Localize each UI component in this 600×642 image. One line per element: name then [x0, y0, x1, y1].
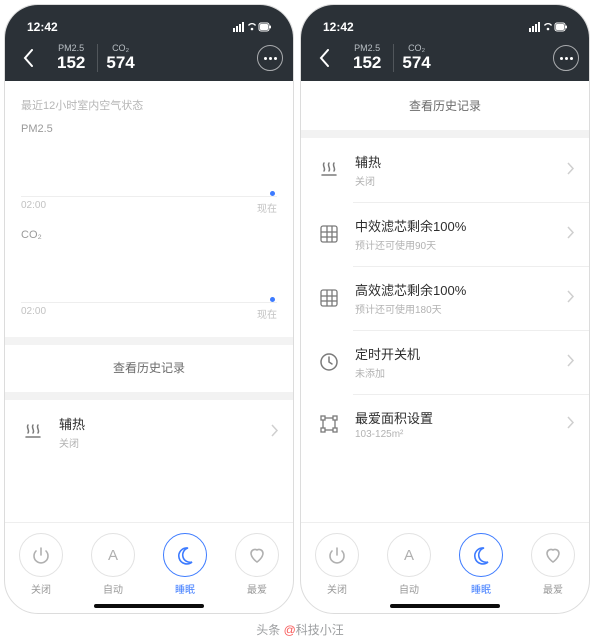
svg-text:A: A: [404, 547, 414, 564]
mesh-icon: [315, 220, 343, 248]
chart-pm25: PM2.5 02:00 现在: [5, 119, 293, 215]
recent-title: 最近12小时室内空气状态: [5, 81, 293, 119]
settings-row[interactable]: 辅热关闭: [301, 138, 589, 202]
mode-自动[interactable]: A自动: [387, 533, 431, 596]
settings-row[interactable]: 高效滤芯剩余100%预计还可使用180天: [301, 266, 589, 330]
mode-自动[interactable]: A自动: [91, 533, 135, 596]
heat-icon: [19, 418, 47, 446]
more-button[interactable]: [553, 45, 579, 71]
back-button[interactable]: [15, 49, 41, 67]
back-button[interactable]: [311, 49, 337, 67]
status-icons: [529, 20, 567, 34]
status-bar: 12:42: [5, 5, 293, 35]
status-time: 12:42: [323, 20, 354, 34]
metric-pm25: PM2.5 152: [49, 44, 93, 73]
home-indicator: [94, 604, 204, 608]
mode-睡眠[interactable]: 睡眠: [459, 533, 503, 596]
settings-row[interactable]: 定时开关机未添加: [301, 330, 589, 394]
status-icons: [233, 20, 271, 34]
metric-co2: CO₂ 574: [97, 44, 142, 73]
mode-最爱[interactable]: 最爱: [531, 533, 575, 596]
chevron-right-icon: [567, 290, 575, 306]
mode-最爱[interactable]: 最爱: [235, 533, 279, 596]
clock-icon: [315, 348, 343, 376]
home-indicator: [390, 604, 500, 608]
mesh-icon: [315, 284, 343, 312]
area-icon: [315, 410, 343, 438]
heat-icon: [315, 156, 343, 184]
mode-关闭[interactable]: 关闭: [19, 533, 63, 596]
metric-pm25: PM2.5 152: [345, 44, 389, 73]
status-bar: 12:42: [301, 5, 589, 35]
history-link[interactable]: 查看历史记录: [5, 321, 293, 392]
chevron-right-icon: [271, 424, 279, 440]
settings-row[interactable]: 中效滤芯剩余100%预计还可使用90天: [301, 202, 589, 266]
status-time: 12:42: [27, 20, 58, 34]
mode-关闭[interactable]: 关闭: [315, 533, 359, 596]
chevron-right-icon: [567, 162, 575, 178]
metric-co2: CO₂ 574: [393, 44, 438, 73]
top-bar: PM2.5 152 CO₂ 574: [301, 35, 589, 81]
phone-left: 12:42 PM2.5 152: [4, 4, 294, 614]
phone-right: 12:42 PM2.5 152: [300, 4, 590, 614]
chevron-right-icon: [567, 226, 575, 242]
chart-co2: CO₂ 02:00 现在: [5, 225, 293, 321]
history-link[interactable]: 查看历史记录: [301, 81, 589, 130]
bottom-controls: 关闭 A自动睡眠最爱: [301, 522, 589, 602]
settings-row[interactable]: 最爱面积设置103-125m²: [301, 394, 589, 454]
mode-睡眠[interactable]: 睡眠: [163, 533, 207, 596]
svg-text:A: A: [108, 547, 118, 564]
settings-list: 辅热关闭中效滤芯剩余100%预计还可使用90天高效滤芯剩余100%预计还可使用1…: [301, 138, 589, 454]
more-button[interactable]: [257, 45, 283, 71]
bottom-controls: 关闭 A自动睡眠最爱: [5, 522, 293, 602]
chevron-right-icon: [567, 354, 575, 370]
watermark: 头条 @科技小汪: [0, 621, 600, 638]
chevron-right-icon: [567, 416, 575, 432]
top-bar: PM2.5 152 CO₂ 574: [5, 35, 293, 81]
row-aux-heat[interactable]: 辅热 关闭: [5, 400, 293, 464]
